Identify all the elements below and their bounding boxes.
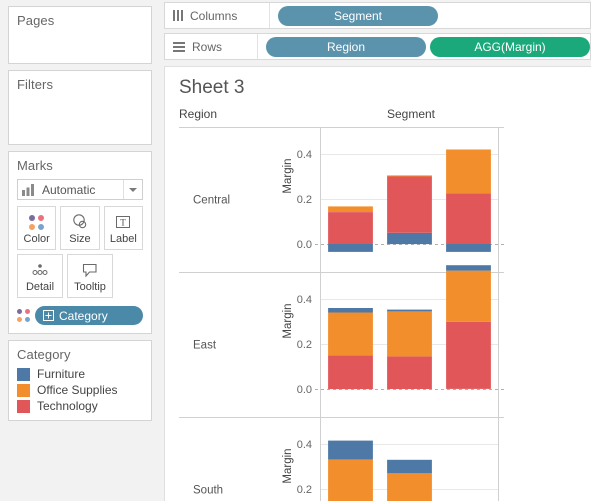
columns-icon xyxy=(173,10,183,21)
label-button[interactable]: T Label xyxy=(103,206,143,250)
color-dots-icon xyxy=(17,309,30,322)
legend-item-technology[interactable]: Technology xyxy=(9,398,151,414)
svg-text:Margin: Margin xyxy=(282,158,294,193)
legend-swatch xyxy=(17,383,30,397)
rows-icon xyxy=(173,41,185,52)
size-button-label: Size xyxy=(69,233,91,245)
rows-shelf-name: Rows xyxy=(165,34,258,59)
legend-swatch xyxy=(17,367,30,381)
dimension-grid-icon xyxy=(43,310,54,321)
tooltip-bubble-icon xyxy=(81,259,99,281)
field-header-row: Region Segment xyxy=(165,105,591,127)
columns-shelf-label: Columns xyxy=(190,8,238,23)
legend-title: Category xyxy=(17,347,71,362)
legend-item-office-supplies[interactable]: Office Supplies xyxy=(9,382,151,398)
marks-category-pill[interactable]: Category xyxy=(35,306,143,325)
columns-shelf-name: Columns xyxy=(165,3,270,28)
label-t-icon: T xyxy=(115,211,131,233)
marks-encoding-row: Category xyxy=(9,302,151,333)
marks-type-label: Automatic xyxy=(42,182,96,197)
legend-swatch xyxy=(17,399,30,413)
chevron-down-icon[interactable] xyxy=(123,180,142,199)
legend-item-label: Technology xyxy=(37,399,98,413)
marks-card[interactable]: Marks Automatic Color Size T Label Detai… xyxy=(8,151,152,334)
marks-card-title: Marks xyxy=(17,158,53,173)
svg-text:0.2: 0.2 xyxy=(297,484,312,496)
pill-agg-margin[interactable]: AGG(Margin) xyxy=(430,36,590,57)
left-panel: Pages Filters Marks Automatic Color Size… xyxy=(0,0,160,501)
size-button[interactable]: Size xyxy=(60,206,100,250)
column-field-label: Segment xyxy=(386,107,436,121)
svg-text:0.4: 0.4 xyxy=(297,294,312,306)
marks-buttons-row-2: Detail Tooltip xyxy=(9,254,151,298)
svg-text:0.4: 0.4 xyxy=(297,149,312,161)
color-button[interactable]: Color xyxy=(17,206,57,250)
svg-text:0.4: 0.4 xyxy=(297,439,312,451)
svg-text:South: South xyxy=(193,485,223,497)
rows-shelf-items: Region AGG(Margin) xyxy=(258,34,590,59)
rows-shelf[interactable]: Rows Region AGG(Margin) xyxy=(164,33,591,60)
marks-buttons-row-1: Color Size T Label xyxy=(9,206,151,250)
shelf-area: Columns Segment Rows Region AGG(Margin) xyxy=(160,0,591,66)
pages-card-title: Pages xyxy=(17,13,55,28)
columns-shelf[interactable]: Columns Segment xyxy=(164,2,591,29)
stacked-bar-chart[interactable]: 0.00.20.4MarginCentral0.00.20.4MarginEas… xyxy=(165,127,591,501)
columns-shelf-items: Segment xyxy=(270,3,590,28)
detail-dots-icon xyxy=(31,259,49,281)
svg-text:0.2: 0.2 xyxy=(297,194,312,206)
svg-text:T: T xyxy=(121,218,127,228)
svg-text:0.0: 0.0 xyxy=(297,239,312,251)
category-legend-card[interactable]: Category Furniture Office Supplies Techn… xyxy=(8,340,152,421)
legend-item-label: Office Supplies xyxy=(37,383,118,397)
size-circles-icon xyxy=(70,211,90,233)
viz-pane[interactable]: Sheet 3 Region Segment 0.0 0.2 0.4 Margin Ce… xyxy=(164,66,591,501)
pages-card[interactable]: Pages xyxy=(8,6,152,64)
tooltip-button[interactable]: Tooltip xyxy=(67,254,113,298)
color-button-label: Color xyxy=(23,233,50,245)
label-button-label: Label xyxy=(109,233,137,245)
tooltip-button-label: Tooltip xyxy=(74,281,106,293)
svg-text:0.2: 0.2 xyxy=(297,339,312,351)
color-dots-icon xyxy=(29,211,45,233)
tableau-worksheet: Pages Filters Marks Automatic Color Size… xyxy=(0,0,591,501)
svg-text:0.0: 0.0 xyxy=(297,384,312,396)
legend-item-furniture[interactable]: Furniture xyxy=(9,366,151,382)
bar-marks-icon xyxy=(18,183,40,196)
detail-button-label: Detail xyxy=(25,281,55,293)
legend-item-label: Furniture xyxy=(37,367,86,381)
svg-text:East: East xyxy=(193,340,217,352)
pill-segment[interactable]: Segment xyxy=(278,5,438,26)
svg-text:Central: Central xyxy=(193,195,230,207)
filters-card-title: Filters xyxy=(17,77,54,92)
filters-card[interactable]: Filters xyxy=(8,70,152,145)
marks-type-selector[interactable]: Automatic xyxy=(17,179,143,200)
marks-category-pill-label: Category xyxy=(59,308,108,323)
sheet-title: Sheet 3 xyxy=(179,77,245,98)
rows-shelf-label: Rows xyxy=(192,39,223,54)
svg-text:Margin: Margin xyxy=(282,303,294,338)
detail-button[interactable]: Detail xyxy=(17,254,63,298)
svg-text:Margin: Margin xyxy=(282,448,294,483)
pill-region[interactable]: Region xyxy=(266,36,426,57)
row-field-label: Region xyxy=(179,107,218,121)
